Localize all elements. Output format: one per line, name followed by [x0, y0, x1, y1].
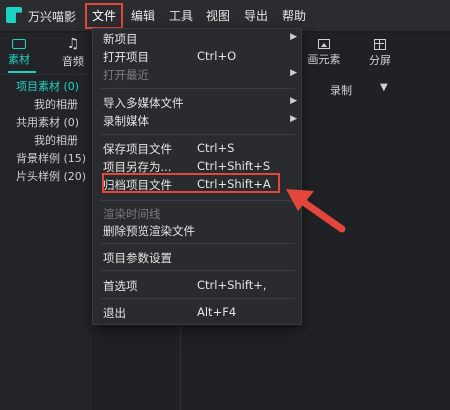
tool-split-screen[interactable]: 分屏	[360, 33, 400, 75]
menu-file[interactable]: 文件	[84, 3, 124, 29]
menu-item-open-recent: 打开最近	[103, 68, 149, 82]
app-logo-icon	[6, 7, 22, 23]
annotation-arrow-icon	[286, 189, 346, 233]
submenu-arrow-icon: ▶	[290, 68, 297, 78]
menu-item-delete-preview-render[interactable]: 删除预览渲染文件	[103, 223, 195, 239]
menu-item-record-media[interactable]: 录制媒体	[103, 113, 149, 129]
media-panel: 素材 ♫ 音频 项目素材 (0) 我的相册 共用素材 (0) 我的相册 背景样例…	[0, 33, 92, 410]
tab-media[interactable]: 素材	[2, 37, 36, 67]
menu-view[interactable]: 视图	[206, 6, 230, 26]
menu-separator	[101, 88, 295, 89]
menu-item-render-timeline: 渲染时间线	[103, 207, 161, 221]
tree-item-background-samples[interactable]: 背景样例 (15)	[16, 150, 86, 166]
shortcut-preferences: Ctrl+Shift+,	[197, 278, 267, 292]
music-note-icon: ♫	[66, 36, 80, 52]
file-menu-dropdown: 新项目 ▶ 打开项目 Ctrl+O 打开最近 ▶ 导入多媒体文件 ▶ 录制媒体 …	[92, 28, 302, 325]
media-tabs: 素材 ♫ 音频	[0, 33, 92, 75]
submenu-arrow-icon: ▶	[290, 114, 297, 124]
tab-audio-label: 音频	[62, 55, 84, 68]
menu-item-project-settings[interactable]: 项目参数设置	[103, 250, 172, 266]
tab-audio[interactable]: ♫ 音频	[56, 37, 90, 69]
menu-item-exit[interactable]: 退出	[103, 305, 126, 321]
menu-item-preferences[interactable]: 首选项	[103, 278, 138, 294]
menu-separator	[101, 134, 295, 135]
tree-item-project-media[interactable]: 项目素材 (0)	[16, 78, 79, 94]
submenu-arrow-icon: ▶	[290, 96, 297, 106]
record-label: 录制	[330, 84, 352, 97]
tree-item-shared-media[interactable]: 共用素材 (0)	[16, 114, 79, 130]
menu-item-import-media[interactable]: 导入多媒体文件	[103, 95, 184, 111]
tool-elements[interactable]: 画元素	[304, 33, 344, 75]
menu-item-open-project[interactable]: 打开项目	[103, 49, 149, 65]
menu-tools[interactable]: 工具	[169, 6, 193, 26]
tree-item-my-album-2[interactable]: 我的相册	[34, 132, 78, 148]
tool-elements-label: 画元素	[307, 53, 341, 66]
app-title: 万兴喵影	[28, 10, 77, 24]
tree-item-my-album[interactable]: 我的相册	[34, 96, 78, 112]
highlight-box	[102, 173, 280, 193]
tab-indicator	[8, 71, 36, 73]
menu-separator	[101, 243, 295, 244]
tab-media-label: 素材	[8, 53, 30, 66]
tool-split-screen-label: 分屏	[369, 54, 391, 67]
menu-help[interactable]: 帮助	[282, 6, 306, 26]
menu-item-new-project[interactable]: 新项目	[103, 31, 138, 47]
menu-separator	[101, 298, 295, 299]
submenu-arrow-icon: ▶	[290, 32, 297, 42]
menu-export[interactable]: 导出	[244, 6, 268, 26]
menu-edit[interactable]: 编辑	[131, 6, 155, 26]
split-screen-icon	[374, 39, 386, 50]
folder-icon	[12, 39, 26, 49]
shortcut-save-project: Ctrl+S	[197, 141, 235, 155]
shortcut-open-project: Ctrl+O	[197, 49, 237, 63]
menu-separator	[101, 200, 295, 201]
shortcut-exit: Alt+F4	[197, 305, 237, 319]
shortcut-save-as: Ctrl+Shift+S	[197, 159, 271, 173]
chevron-down-icon: ▼	[380, 82, 388, 93]
image-icon	[318, 39, 330, 49]
tree-item-intro-samples[interactable]: 片头样例 (20)	[16, 168, 86, 184]
menu-separator	[101, 270, 295, 271]
menu-item-save-project[interactable]: 保存项目文件	[103, 141, 172, 157]
